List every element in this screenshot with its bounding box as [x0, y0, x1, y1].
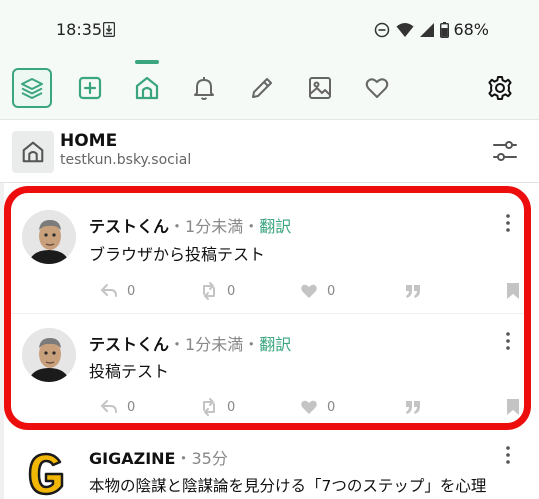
- battery-percent: 68%: [453, 20, 489, 39]
- post-time[interactable]: 1分未満: [185, 217, 243, 236]
- post-actions: 0 0 0: [89, 397, 519, 417]
- column-home-icon-box: [12, 131, 54, 173]
- post-sep: ・: [169, 217, 186, 236]
- heart-icon: [301, 284, 317, 298]
- repost-count: 0: [227, 283, 236, 299]
- image-icon: [309, 77, 331, 99]
- translate-link[interactable]: 翻訳: [259, 335, 291, 354]
- favorites-button[interactable]: [357, 66, 397, 110]
- repost-icon: [203, 282, 215, 300]
- settings-button[interactable]: [480, 66, 520, 110]
- quote-button[interactable]: [403, 397, 423, 417]
- column-account: testkun.bsky.social: [60, 152, 192, 168]
- quote-icon: [406, 285, 420, 298]
- notifications-button[interactable]: [184, 66, 224, 110]
- post-author[interactable]: GIGAZINE: [89, 449, 175, 468]
- post-body: ブラウザから投稿テスト: [89, 245, 266, 264]
- repost-icon: [203, 398, 215, 416]
- heart-icon: [301, 400, 317, 414]
- home-icon: [135, 76, 159, 100]
- column-header: HOME testkun.bsky.social: [0, 121, 539, 183]
- layers-button[interactable]: [12, 68, 52, 108]
- post-sep: ・: [169, 335, 186, 354]
- avatar-image: [22, 210, 76, 264]
- plus-square-icon: [78, 76, 102, 100]
- signal-icon: [420, 23, 434, 37]
- bell-icon: [194, 77, 214, 100]
- post-card[interactable]: テストくん・1分未満・翻訳 投稿テスト 0 0 0: [10, 314, 525, 424]
- bookmark-icon: [507, 283, 519, 299]
- post-card[interactable]: GIGAZINE・35分 本物の陰謀と陰謀論を見分ける「7つのステップ」を心理: [10, 432, 525, 499]
- status-icons: [374, 22, 449, 38]
- more-options-icon[interactable]: [499, 331, 517, 351]
- quote-button[interactable]: [403, 281, 423, 301]
- compose-button[interactable]: [242, 66, 282, 110]
- home-icon: [22, 141, 44, 163]
- reply-count: 0: [127, 399, 136, 415]
- status-bar: 18:35 68%: [0, 0, 539, 58]
- reply-icon: [101, 400, 117, 413]
- reply-button[interactable]: 0: [99, 281, 135, 301]
- repost-count: 0: [227, 399, 236, 415]
- repost-button[interactable]: 0: [199, 397, 235, 417]
- post-header: テストくん・1分未満・翻訳: [89, 213, 291, 237]
- dnd-icon: [374, 22, 390, 38]
- more-options-icon[interactable]: [499, 445, 517, 465]
- heart-icon: [365, 78, 389, 98]
- column-left-rule: [0, 183, 4, 499]
- like-count: 0: [327, 399, 336, 415]
- bookmark-button[interactable]: [503, 397, 523, 417]
- repost-button[interactable]: 0: [199, 281, 235, 301]
- gear-icon: [488, 76, 512, 100]
- home-tab-button[interactable]: [127, 66, 167, 110]
- bookmark-icon: [507, 399, 519, 415]
- like-button[interactable]: 0: [299, 397, 335, 417]
- quote-icon: [406, 401, 420, 414]
- gigazine-logo[interactable]: [22, 448, 70, 496]
- translate-link[interactable]: 翻訳: [259, 217, 291, 236]
- post-time[interactable]: 1分未満: [185, 335, 243, 354]
- pencil-icon: [252, 78, 272, 98]
- reply-button[interactable]: 0: [99, 397, 135, 417]
- post-actions: 0 0 0: [89, 281, 519, 301]
- new-post-button[interactable]: [70, 66, 110, 110]
- like-count: 0: [327, 283, 336, 299]
- avatar[interactable]: [22, 328, 76, 382]
- post-header: GIGAZINE・35分: [89, 445, 228, 469]
- post-sep: ・: [243, 217, 260, 236]
- reply-icon: [101, 284, 117, 297]
- download-notification-icon: [103, 22, 115, 37]
- reply-count: 0: [127, 283, 136, 299]
- more-options-icon[interactable]: [499, 213, 517, 233]
- avatar-image: [22, 328, 76, 382]
- post-sep: ・: [175, 449, 192, 468]
- post-body: 投稿テスト: [89, 362, 170, 381]
- post-card[interactable]: テストくん・1分未満・翻訳 ブラウザから投稿テスト 0 0 0: [10, 196, 525, 314]
- post-sep: ・: [243, 335, 260, 354]
- post-author[interactable]: テストくん: [89, 335, 169, 354]
- post-body: 本物の陰謀と陰謀論を見分ける「7つのステップ」を心理: [89, 477, 487, 495]
- avatar[interactable]: [22, 210, 76, 264]
- active-tab-indicator: [135, 60, 159, 64]
- layers-icon: [21, 78, 43, 99]
- status-time: 18:35: [56, 20, 103, 39]
- wifi-icon: [396, 23, 414, 37]
- post-header: テストくん・1分未満・翻訳: [89, 331, 291, 355]
- media-button[interactable]: [300, 66, 340, 110]
- like-button[interactable]: 0: [299, 281, 335, 301]
- column-title: HOME: [60, 131, 118, 151]
- battery-icon: [440, 22, 449, 38]
- toolbar: [0, 58, 539, 120]
- post-author[interactable]: テストくん: [89, 217, 169, 236]
- column-settings-icon[interactable]: [491, 137, 519, 165]
- bookmark-button[interactable]: [503, 281, 523, 301]
- post-time[interactable]: 35分: [192, 449, 228, 468]
